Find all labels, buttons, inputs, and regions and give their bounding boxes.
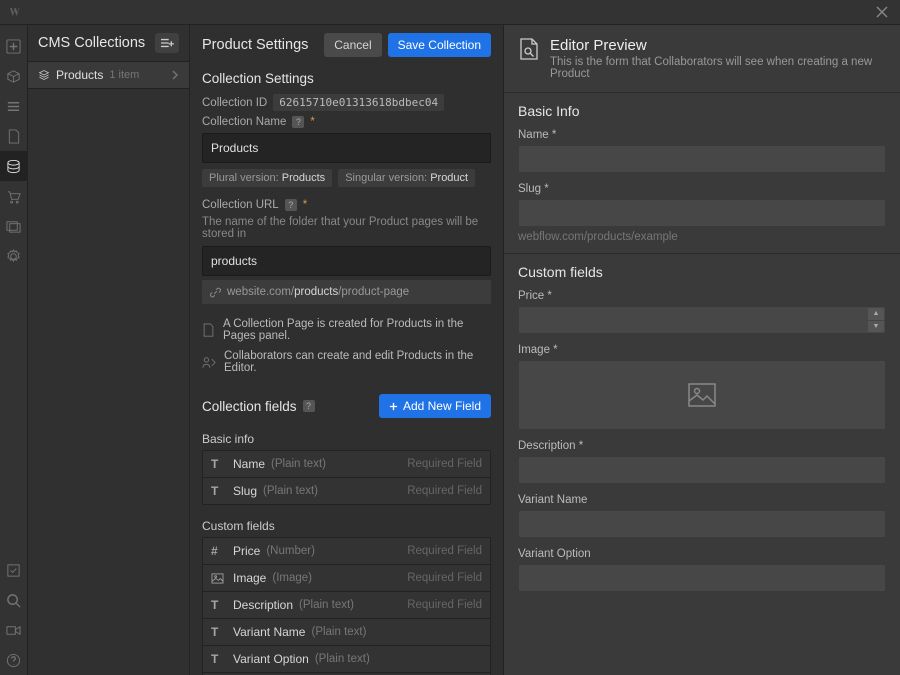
webflow-logo-icon	[6, 4, 22, 20]
collection-item-products[interactable]: Products 1 item	[28, 61, 189, 89]
collection-url-description: The name of the folder that your Product…	[202, 216, 491, 240]
collection-item-count: 1 item	[109, 69, 139, 81]
required-star: *	[310, 116, 314, 128]
chevron-right-icon	[172, 70, 179, 80]
collection-url-input[interactable]	[202, 246, 491, 276]
text-icon: T	[211, 598, 225, 612]
collections-panel: CMS Collections Products 1 item	[28, 25, 190, 675]
add-collection-button[interactable]	[155, 33, 179, 53]
singular-version-chip: Singular version: Product	[338, 169, 475, 187]
settings-icon[interactable]	[0, 241, 28, 271]
plural-version-chip: Plural version: Products	[202, 169, 332, 187]
preview-description-label: Description *	[518, 440, 886, 452]
cms-icon[interactable]	[0, 151, 28, 181]
preview-title: Editor Preview	[550, 37, 886, 54]
collection-name-input[interactable]	[202, 133, 491, 163]
add-element-icon[interactable]	[0, 31, 28, 61]
collection-name-label: Collection Name	[202, 116, 286, 128]
settings-title: Product Settings	[202, 37, 324, 53]
collection-url-label: Collection URL	[202, 199, 279, 211]
field-row[interactable]: T Description (Plain text) Required Fiel…	[203, 592, 490, 619]
product-settings-panel: Product Settings Cancel Save Collection …	[190, 25, 504, 675]
box-icon[interactable]	[0, 61, 28, 91]
stepper-down-icon[interactable]: ▼	[868, 321, 884, 333]
preview-slug-input[interactable]	[518, 199, 886, 227]
cancel-button[interactable]: Cancel	[324, 33, 381, 57]
preview-name-input[interactable]	[518, 145, 886, 173]
preview-name-label: Name *	[518, 129, 886, 141]
checklist-icon[interactable]	[0, 555, 28, 585]
image-placeholder-icon	[688, 383, 716, 407]
preview-price-input[interactable]: ▲▼	[518, 306, 886, 334]
number-icon: #	[211, 544, 225, 558]
video-icon[interactable]	[0, 615, 28, 645]
preview-icon	[518, 37, 540, 80]
add-new-field-button[interactable]: Add New Field	[379, 394, 491, 418]
preview-price-label: Price *	[518, 290, 886, 302]
save-collection-button[interactable]: Save Collection	[388, 33, 491, 57]
preview-slug-hint: webflow.com/products/example	[518, 231, 886, 243]
text-icon: T	[211, 652, 225, 666]
editor-preview-panel: Editor Preview This is the form that Col…	[504, 25, 900, 675]
collection-fields-header: Collection fields	[202, 399, 297, 414]
help-icon[interactable]	[0, 645, 28, 675]
text-icon: T	[211, 484, 225, 498]
preview-description-input[interactable]	[518, 456, 886, 484]
preview-variant-option-input[interactable]	[518, 564, 886, 592]
left-rail	[0, 25, 28, 675]
text-icon: T	[211, 625, 225, 639]
preview-slug-label: Slug *	[518, 183, 886, 195]
field-row[interactable]: T Variant Option (Plain text)	[203, 646, 490, 673]
basic-fields-list: T Name (Plain text) Required Field T Slu…	[202, 450, 491, 505]
image-icon	[211, 573, 225, 584]
field-row[interactable]: T Slug (Plain text) Required Field	[203, 478, 490, 504]
field-row[interactable]: # Price (Number) Required Field	[203, 538, 490, 565]
collaborators-icon	[202, 356, 216, 369]
collection-settings-header: Collection Settings	[202, 71, 491, 86]
stepper-up-icon[interactable]: ▲	[868, 308, 884, 321]
custom-fields-list: # Price (Number) Required Field Image (I…	[202, 537, 491, 675]
preview-variant-option-label: Variant Option	[518, 548, 886, 560]
assets-icon[interactable]	[0, 211, 28, 241]
preview-image-dropzone[interactable]	[518, 360, 886, 430]
page-icon[interactable]	[0, 121, 28, 151]
collection-id-label: Collection ID	[202, 97, 267, 109]
stack-icon	[38, 69, 50, 81]
field-row[interactable]: Image (Image) Required Field	[203, 565, 490, 592]
preview-basic-header: Basic Info	[518, 103, 886, 119]
required-star: *	[303, 199, 307, 211]
basic-info-subheader: Basic info	[190, 426, 503, 450]
url-preview: website.com/products/product-page	[202, 280, 491, 304]
help-icon[interactable]: ?	[303, 400, 315, 412]
preview-variant-name-input[interactable]	[518, 510, 886, 538]
info-collab-text: Collaborators can create and edit Produc…	[224, 350, 491, 374]
ecommerce-icon[interactable]	[0, 181, 28, 211]
preview-image-label: Image *	[518, 344, 886, 356]
help-icon[interactable]: ?	[285, 199, 297, 211]
search-icon[interactable]	[0, 585, 28, 615]
preview-custom-header: Custom fields	[518, 264, 886, 280]
text-icon: T	[211, 457, 225, 471]
info-page-text: A Collection Page is created for Product…	[223, 318, 491, 342]
plus-icon	[389, 402, 398, 411]
collection-item-name: Products	[56, 68, 103, 82]
custom-fields-subheader: Custom fields	[190, 513, 503, 537]
help-icon[interactable]: ?	[292, 116, 304, 128]
link-icon	[210, 287, 221, 298]
field-row[interactable]: T Name (Plain text) Required Field	[203, 451, 490, 478]
field-row[interactable]: T Variant Name (Plain text)	[203, 619, 490, 646]
collections-title: CMS Collections	[38, 35, 145, 51]
close-icon[interactable]	[870, 4, 894, 20]
list-icon[interactable]	[0, 91, 28, 121]
collection-id-value: 62615710e01313618bdbec04	[273, 94, 444, 111]
preview-variant-name-label: Variant Name	[518, 494, 886, 506]
preview-subtitle: This is the form that Collaborators will…	[550, 56, 886, 80]
page-icon	[202, 323, 215, 337]
